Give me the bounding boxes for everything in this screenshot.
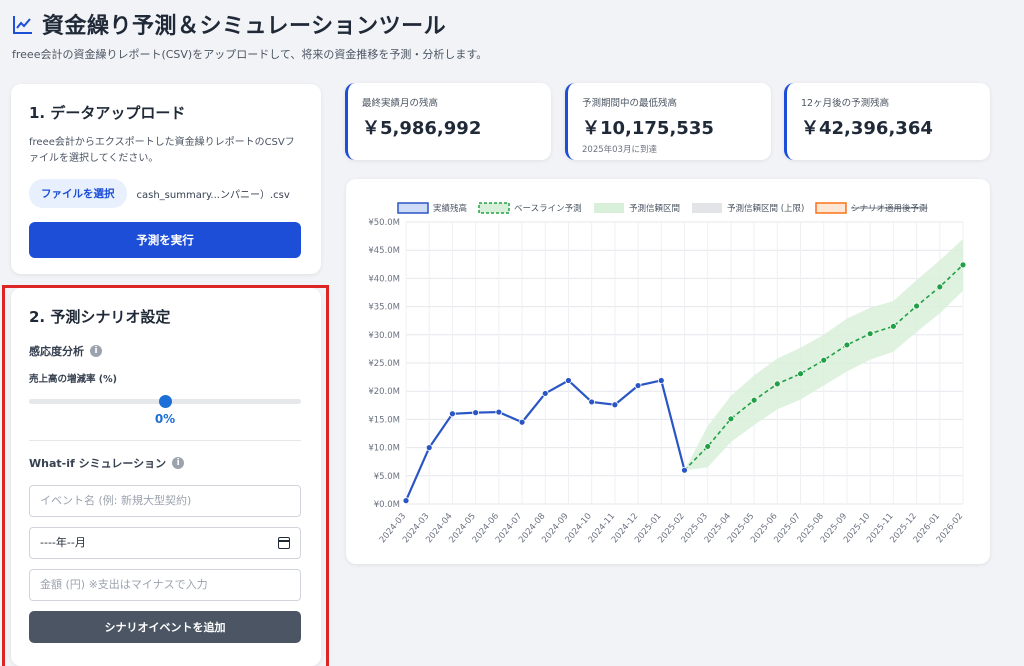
actual-balance-line-point bbox=[518, 418, 526, 426]
baseline-forecast-line-point bbox=[727, 415, 735, 423]
legend-swatch bbox=[397, 202, 429, 214]
actual-balance-line-point bbox=[449, 410, 456, 418]
forecast-chart-card: ¥0.0M ¥5.0M ¥10.0M ¥15.0M ¥20.0M ¥25.0M ¥30.0M… bbox=[346, 179, 990, 564]
y-tick-label: ¥0.0M bbox=[374, 500, 400, 510]
baseline-forecast-line-point bbox=[820, 356, 828, 364]
upload-heading: 1. データアップロード bbox=[29, 104, 186, 122]
y-tick-label: ¥15.0M bbox=[368, 415, 400, 425]
stat-card-last-actual: 最終実績月の残高 ￥5,986,992 bbox=[345, 83, 551, 160]
upload-description: freee会計からエクスポートした資金繰りレポートのCSVファイルを選択してくだ… bbox=[29, 137, 295, 164]
baseline-forecast-line-point bbox=[913, 302, 920, 310]
baseline-forecast-line-point bbox=[889, 322, 897, 330]
stat-label: 予測期間中の最低残高 bbox=[582, 98, 678, 109]
baseline-forecast-line-point bbox=[843, 341, 851, 349]
y-tick-label: ¥25.0M bbox=[368, 359, 400, 369]
y-tick-label: ¥40.0M bbox=[368, 274, 400, 284]
y-tick-label: ¥50.0M bbox=[368, 218, 400, 228]
stat-card-12m-forecast: 12ヶ月後の予測残高 ￥42,396,364 bbox=[784, 83, 990, 160]
stat-value: ￥5,986,992 bbox=[362, 118, 482, 139]
stat-value: ￥10,175,535 bbox=[582, 118, 714, 139]
legend-label: 実績残高 bbox=[433, 203, 467, 214]
baseline-forecast-line-point bbox=[866, 330, 874, 338]
baseline-forecast-line-point bbox=[936, 283, 944, 291]
baseline-forecast-line-point bbox=[797, 370, 804, 378]
stat-value: ￥42,396,364 bbox=[801, 118, 933, 139]
actual-balance-line-point bbox=[681, 466, 688, 474]
actual-balance-line-point bbox=[541, 390, 549, 397]
actual-balance-line-point bbox=[425, 444, 433, 452]
baseline-forecast-line-point bbox=[750, 396, 758, 404]
y-tick-label: ¥45.0M bbox=[368, 246, 400, 256]
legend-swatch bbox=[815, 202, 847, 214]
baseline-forecast-line-point bbox=[773, 380, 781, 388]
actual-balance-line-point bbox=[565, 377, 572, 384]
legend-label: 予測信頼区間 bbox=[629, 203, 680, 214]
actual-balance-line-point bbox=[634, 382, 642, 389]
baseline-forecast-line-point bbox=[704, 443, 712, 450]
page-subtitle: freee会計の資金繰りレポート(CSV)をアップロードして、将来の資金推移を予… bbox=[12, 48, 488, 61]
legend-label: シナリオ適用後予測 bbox=[851, 203, 928, 214]
y-tick-label: ¥35.0M bbox=[368, 303, 400, 313]
choose-file-button[interactable]: ファイルを選択 bbox=[29, 179, 127, 208]
scenario-highlight-frame bbox=[2, 285, 329, 666]
forecast-chart: ¥0.0M ¥5.0M ¥10.0M ¥15.0M ¥20.0M ¥25.0M ¥30.0M… bbox=[368, 202, 967, 545]
selected-file-name: cash_summary...ンパニー）.csv bbox=[136, 190, 290, 201]
page-header: 資金繰り予測＆シミュレーションツール freee会計の資金繰りレポート(CSV)… bbox=[12, 8, 487, 62]
chart-line-icon bbox=[13, 16, 32, 34]
y-tick-label: ¥10.0M bbox=[368, 444, 400, 454]
run-forecast-button[interactable]: 予測を実行 bbox=[29, 222, 301, 258]
page-title: 資金繰り予測＆シミュレーションツール bbox=[42, 14, 447, 39]
y-tick-label: ¥20.0M bbox=[368, 387, 400, 397]
actual-balance-line-point bbox=[657, 377, 665, 384]
baseline-forecast-line-point bbox=[959, 261, 967, 269]
upload-card: 1. データアップロード freee会計からエクスポートした資金繰りレポートのC… bbox=[11, 84, 321, 274]
stat-label: 最終実績月の残高 bbox=[362, 98, 439, 109]
actual-balance-line-point bbox=[588, 398, 596, 406]
legend-label: ベースライン予測 bbox=[514, 203, 582, 214]
y-tick-label: ¥30.0M bbox=[368, 331, 400, 341]
legend-label: 予測信頼区間 (上限) bbox=[727, 203, 804, 214]
actual-balance-line-point bbox=[402, 497, 410, 505]
y-tick-label: ¥5.0M bbox=[374, 472, 400, 482]
stat-label: 12ヶ月後の予測残高 bbox=[801, 98, 890, 109]
legend-swatch bbox=[692, 203, 722, 213]
actual-balance-line-point bbox=[495, 408, 503, 416]
stat-card-min-balance: 予測期間中の最低残高 ￥10,175,535 2025年03月に到達 bbox=[565, 83, 771, 160]
legend-swatch bbox=[478, 202, 510, 214]
legend-swatch bbox=[594, 203, 624, 213]
actual-balance-line-point bbox=[611, 401, 619, 409]
actual-balance-line-point bbox=[472, 409, 480, 417]
stat-note: 2025年03月に到達 bbox=[582, 145, 657, 155]
